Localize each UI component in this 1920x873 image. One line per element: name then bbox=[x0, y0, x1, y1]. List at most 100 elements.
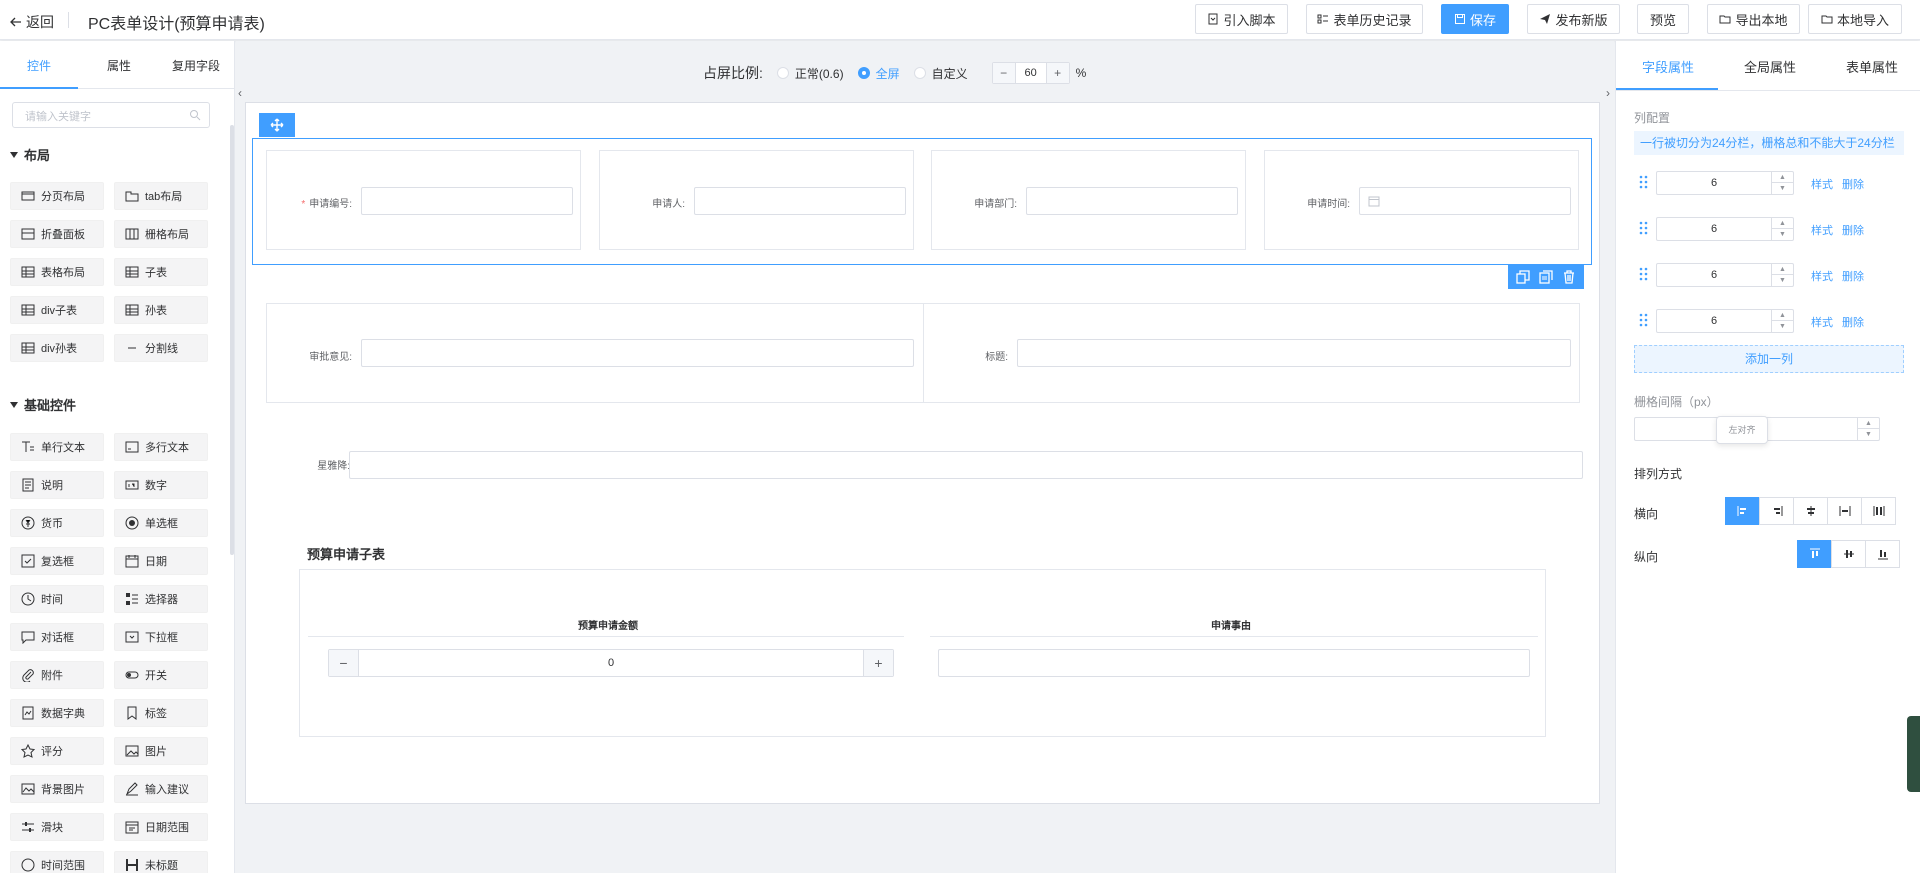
column-span-input[interactable]: 6 ▲ ▼ bbox=[1656, 263, 1794, 287]
comp-multi-text[interactable]: 多行文本 bbox=[114, 433, 208, 461]
comp-date-range[interactable]: 日期范围 bbox=[114, 813, 208, 841]
chevron-up-icon[interactable]: ▲ bbox=[1772, 172, 1793, 183]
comp-attachment[interactable]: 附件 bbox=[10, 661, 104, 689]
input-apply-time[interactable] bbox=[1359, 187, 1571, 215]
trash-icon[interactable] bbox=[1562, 270, 1576, 284]
tab-field-properties[interactable]: 字段属性 bbox=[1642, 57, 1694, 76]
chevron-up-icon[interactable]: ▲ bbox=[1772, 264, 1793, 275]
collapse-left-icon[interactable]: ‹ bbox=[238, 86, 244, 100]
comp-tab-layout[interactable]: tab布局 bbox=[114, 182, 208, 210]
column-style-link[interactable]: 样式 bbox=[1811, 268, 1833, 284]
input-title[interactable] bbox=[1017, 339, 1571, 367]
amount-value[interactable]: 0 bbox=[359, 650, 863, 676]
input-approval-opinion[interactable] bbox=[361, 339, 914, 367]
tab-properties[interactable]: 属性 bbox=[107, 57, 131, 74]
comp-single-text[interactable]: 单行文本 bbox=[10, 433, 104, 461]
comp-divider[interactable]: 分割线 bbox=[114, 334, 208, 362]
align-center-button[interactable] bbox=[1793, 497, 1828, 525]
comp-checkbox[interactable]: 复选框 bbox=[10, 547, 104, 575]
chevron-up-icon[interactable]: ▲ bbox=[1772, 310, 1793, 321]
ratio-normal-radio[interactable]: 正常(0.6) bbox=[776, 65, 844, 82]
column-span-input[interactable]: 6 ▲ ▼ bbox=[1656, 171, 1794, 195]
comp-rating[interactable]: 评分 bbox=[10, 737, 104, 765]
history-button[interactable]: 表单历史记录 bbox=[1306, 4, 1423, 34]
drag-handle-icon[interactable] bbox=[1638, 221, 1650, 235]
ratio-custom-stepper[interactable]: − 60 + bbox=[991, 62, 1070, 84]
chevron-down-icon[interactable]: ▼ bbox=[1772, 321, 1793, 332]
input-applicant[interactable] bbox=[694, 187, 906, 215]
column-span-input[interactable]: 6 ▲ ▼ bbox=[1656, 309, 1794, 333]
duplicate-icon[interactable] bbox=[1539, 270, 1553, 284]
move-handle[interactable] bbox=[259, 113, 295, 137]
comp-untitled[interactable]: 未标题 bbox=[114, 851, 208, 873]
basic-section-header[interactable]: 基础控件 bbox=[10, 395, 76, 414]
input-unnamed[interactable] bbox=[349, 451, 1583, 479]
comp-bg-image[interactable]: 背景图片 bbox=[10, 775, 104, 803]
collapse-right-icon[interactable]: › bbox=[1606, 86, 1612, 100]
comp-div-grandchild-table[interactable]: div孙表 bbox=[10, 334, 104, 362]
column-delete-link[interactable]: 删除 bbox=[1842, 222, 1864, 238]
column-delete-link[interactable]: 删除 bbox=[1842, 314, 1864, 330]
add-column-button[interactable]: 添加一列 bbox=[1634, 345, 1904, 373]
comp-time-range[interactable]: 时间范围 bbox=[10, 851, 104, 873]
column-style-link[interactable]: 样式 bbox=[1811, 222, 1833, 238]
comp-subtable[interactable]: 子表 bbox=[114, 258, 208, 286]
floating-side-widget[interactable] bbox=[1907, 716, 1920, 792]
tab-form-properties[interactable]: 表单属性 bbox=[1846, 57, 1898, 76]
amount-number-input[interactable]: − 0 + bbox=[328, 649, 894, 677]
drag-handle-icon[interactable] bbox=[1638, 267, 1650, 281]
valign-bottom-button[interactable] bbox=[1865, 540, 1900, 568]
comp-grid-layout[interactable]: 栅格布局 bbox=[114, 220, 208, 248]
preview-button[interactable]: 预览 bbox=[1637, 4, 1689, 34]
layout-section-header[interactable]: 布局 bbox=[10, 145, 50, 164]
column-style-link[interactable]: 样式 bbox=[1811, 314, 1833, 330]
ratio-custom-value[interactable]: 60 bbox=[1014, 63, 1047, 83]
comp-currency[interactable]: 货币 bbox=[10, 509, 104, 537]
comp-time[interactable]: 时间 bbox=[10, 585, 104, 613]
copy-icon[interactable] bbox=[1516, 270, 1530, 284]
import-script-button[interactable]: 引入脚本 bbox=[1195, 4, 1288, 34]
save-button[interactable]: 保存 bbox=[1441, 4, 1509, 34]
increment-button[interactable]: + bbox=[863, 650, 893, 676]
comp-description[interactable]: 说明 bbox=[10, 471, 104, 499]
ratio-fullscreen-radio[interactable]: 全屏 bbox=[857, 65, 900, 82]
align-end-button[interactable] bbox=[1759, 497, 1794, 525]
column-delete-link[interactable]: 删除 bbox=[1842, 268, 1864, 284]
drag-handle-icon[interactable] bbox=[1638, 313, 1650, 327]
comp-div-subtable[interactable]: div子表 bbox=[10, 296, 104, 324]
tab-reuse-fields[interactable]: 复用字段 bbox=[172, 57, 220, 74]
chevron-down-icon[interactable]: ▼ bbox=[1772, 275, 1793, 286]
publish-button[interactable]: 发布新版 bbox=[1527, 4, 1620, 34]
comp-grandchild-table[interactable]: 孙表 bbox=[114, 296, 208, 324]
drag-handle-icon[interactable] bbox=[1638, 175, 1650, 189]
decrement-button[interactable]: − bbox=[329, 650, 359, 676]
comp-image[interactable]: 图片 bbox=[114, 737, 208, 765]
space-around-button[interactable] bbox=[1861, 497, 1896, 525]
export-local-button[interactable]: 导出本地 bbox=[1707, 4, 1800, 34]
column-span-input[interactable]: 6 ▲ ▼ bbox=[1656, 217, 1794, 241]
comp-data-dict[interactable]: 数据字典 bbox=[10, 699, 104, 727]
comp-dropdown[interactable]: 下拉框 bbox=[114, 623, 208, 651]
column-style-link[interactable]: 样式 bbox=[1811, 176, 1833, 192]
ratio-custom-radio[interactable]: 自定义 bbox=[913, 65, 968, 82]
increment-button[interactable]: + bbox=[1046, 63, 1069, 83]
valign-middle-button[interactable] bbox=[1831, 540, 1866, 568]
chevron-up-icon[interactable]: ▲ bbox=[1772, 218, 1793, 229]
comp-dialog[interactable]: 对话框 bbox=[10, 623, 104, 651]
space-between-button[interactable] bbox=[1827, 497, 1862, 525]
tab-global-properties[interactable]: 全局属性 bbox=[1744, 57, 1796, 76]
comp-tag[interactable]: 标签 bbox=[114, 699, 208, 727]
comp-switch[interactable]: 开关 bbox=[114, 661, 208, 689]
left-scrollbar[interactable] bbox=[230, 125, 234, 555]
input-apply-dept[interactable] bbox=[1026, 187, 1238, 215]
comp-radio[interactable]: 单选框 bbox=[114, 509, 208, 537]
comp-date[interactable]: 日期 bbox=[114, 547, 208, 575]
comp-table-layout[interactable]: 表格布局 bbox=[10, 258, 104, 286]
comp-selector[interactable]: 选择器 bbox=[114, 585, 208, 613]
comp-slider[interactable]: 滑块 bbox=[10, 813, 104, 841]
chevron-down-icon[interactable]: ▼ bbox=[1772, 183, 1793, 194]
back-button[interactable]: 返回 bbox=[10, 12, 54, 32]
chevron-down-icon[interactable]: ▼ bbox=[1858, 429, 1879, 440]
chevron-up-icon[interactable]: ▲ bbox=[1858, 418, 1879, 429]
valign-top-button[interactable] bbox=[1797, 540, 1832, 568]
